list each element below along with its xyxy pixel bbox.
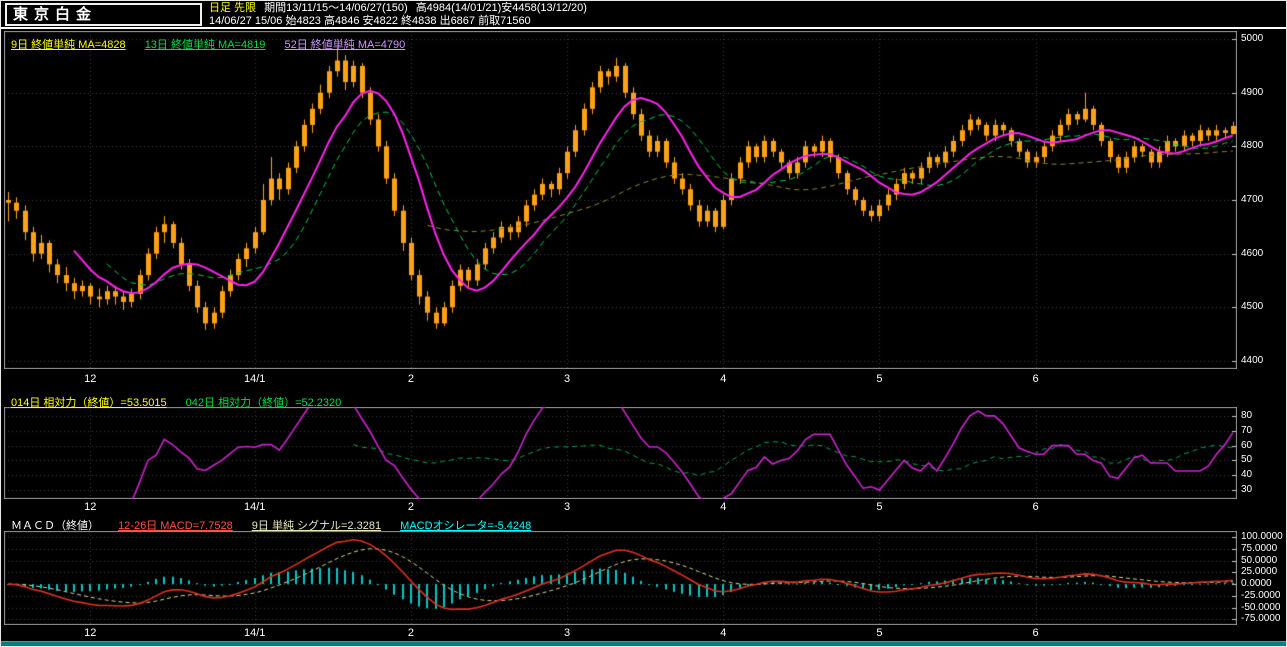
- candlestick-chart[interactable]: [4, 31, 1237, 369]
- ma52-legend: 52日 終値単純 MA=4790: [284, 39, 406, 51]
- x-axis-tick-label: 6: [1032, 627, 1039, 639]
- x-axis-tick-label: 3: [564, 373, 571, 385]
- x-axis-tick-label: 4: [720, 373, 727, 385]
- y-axis-tick-label: 70: [1241, 424, 1253, 436]
- macd-signal-legend: 9日 単純 シグナル=2.3281: [251, 520, 382, 532]
- ma13-legend: 13日 終値単純 MA=4819: [144, 39, 266, 51]
- x-axis-tick-label: 5: [876, 501, 883, 513]
- y-axis-tick-label: 40: [1241, 469, 1253, 481]
- y-axis-tick-label: 4600: [1241, 247, 1264, 259]
- y-axis-tick-label: 25.0000: [1241, 566, 1278, 578]
- y-axis-tick-label: -75.0000: [1241, 613, 1281, 625]
- instrument-title-box: 東京白金: [5, 3, 202, 26]
- period-high-low-label: 高4984(14/01/21)安4458(13/12/20): [415, 2, 587, 14]
- price-chart-panel: 9日 終値単純 MA=4828 13日 終値単純 MA=4819 52日 終値単…: [1, 29, 1286, 393]
- period-label: 期間13/11/15～14/06/27(150): [264, 2, 408, 14]
- x-axis-tick-label: 12: [84, 501, 97, 513]
- x-axis-tick-label: 12: [84, 627, 97, 639]
- macd-chart[interactable]: [4, 531, 1237, 625]
- macd-title: ＭＡＣＤ（終値）: [11, 520, 99, 532]
- chart-app-window: 東京白金 日足 先限 期間13/11/15～14/06/27(150) 高498…: [0, 0, 1287, 647]
- rsi-panel: 014日 相対力（終値）=53.5015 042日 相対力（終値）=52.232…: [1, 393, 1286, 515]
- x-axis-tick-label: 12: [84, 373, 97, 385]
- timeframe-label: 日足 先限: [209, 2, 257, 14]
- x-axis-tick-label: 3: [564, 501, 571, 513]
- status-strip: [1, 641, 1286, 646]
- rsi-chart[interactable]: [4, 407, 1237, 499]
- daily-quote-line: 14/06/27 15/06 始4823 高4846 安4822 終4838 出…: [209, 15, 592, 28]
- rsi42-legend: 042日 相対力（終値）=52.2320: [185, 397, 342, 409]
- macd-oscillator-legend: MACDオシレータ=-5.4248: [400, 520, 532, 532]
- x-axis-tick-label: 5: [876, 373, 883, 385]
- x-axis-tick-label: 6: [1032, 501, 1039, 513]
- y-axis-tick-label: 5000: [1241, 33, 1264, 45]
- rsi14-legend: 014日 相対力（終値）=53.5015: [11, 397, 167, 409]
- y-axis-tick-label: 50: [1241, 454, 1253, 466]
- x-axis-tick-label: 14/1: [243, 373, 266, 385]
- daily-ohlc-label: 14/06/27 15/06 始4823 高4846 安4822 終4838 出…: [209, 15, 531, 27]
- contract-info-line: 日足 先限 期間13/11/15～14/06/27(150) 高4984(14/…: [209, 2, 592, 15]
- x-axis-tick-label: 2: [407, 501, 414, 513]
- quote-info: 日足 先限 期間13/11/15～14/06/27(150) 高4984(14/…: [209, 2, 592, 28]
- y-axis-tick-label: 60: [1241, 439, 1253, 451]
- macd-value-legend: 12-26日 MACD=7.7528: [118, 520, 233, 532]
- y-axis-tick-label: -25.0000: [1241, 589, 1281, 601]
- x-axis-tick-label: 4: [720, 501, 727, 513]
- macd-legend: ＭＡＣＤ（終値） 12-26日 MACD=7.7528 9日 単純 シグナル=2…: [11, 517, 547, 533]
- ma9-legend: 9日 終値単純 MA=4828: [11, 39, 126, 51]
- y-axis-tick-label: 80: [1241, 409, 1253, 421]
- y-axis-tick-label: 75.0000: [1241, 542, 1278, 554]
- y-axis-tick-label: 30: [1241, 484, 1253, 496]
- x-axis-tick-label: 14/1: [243, 501, 266, 513]
- y-axis-tick-label: 4500: [1241, 301, 1264, 313]
- y-axis-tick-label: 0.0000: [1241, 578, 1272, 590]
- x-axis-tick-label: 4: [720, 627, 727, 639]
- x-axis-tick-label: 14/1: [243, 627, 266, 639]
- y-axis-tick-label: 4400: [1241, 354, 1264, 366]
- y-axis-tick-label: 4800: [1241, 140, 1264, 152]
- x-axis-tick-label: 6: [1032, 373, 1039, 385]
- y-axis-tick-label: 4700: [1241, 194, 1264, 205]
- y-axis-tick-label: 100.0000: [1241, 531, 1283, 543]
- x-axis-tick-label: 2: [407, 627, 414, 639]
- x-axis-tick-label: 2: [407, 373, 414, 385]
- x-axis-tick-label: 5: [876, 627, 883, 639]
- macd-panel: ＭＡＣＤ（終値） 12-26日 MACD=7.7528 9日 単純 シグナル=2…: [1, 515, 1286, 641]
- rsi-legend: 014日 相対力（終値）=53.5015 042日 相対力（終値）=52.232…: [11, 394, 357, 410]
- price-chart-legend: 9日 終値単純 MA=4828 13日 終値単純 MA=4819 52日 終値単…: [11, 36, 421, 52]
- y-axis-tick-label: -50.0000: [1241, 601, 1281, 613]
- y-axis-tick-label: 50.0000: [1241, 554, 1278, 566]
- header-bar: 東京白金 日足 先限 期間13/11/15～14/06/27(150) 高498…: [1, 1, 1286, 29]
- instrument-name: 東京白金: [13, 6, 98, 23]
- x-axis-tick-label: 3: [564, 627, 571, 639]
- y-axis-tick-label: 4900: [1241, 86, 1264, 98]
